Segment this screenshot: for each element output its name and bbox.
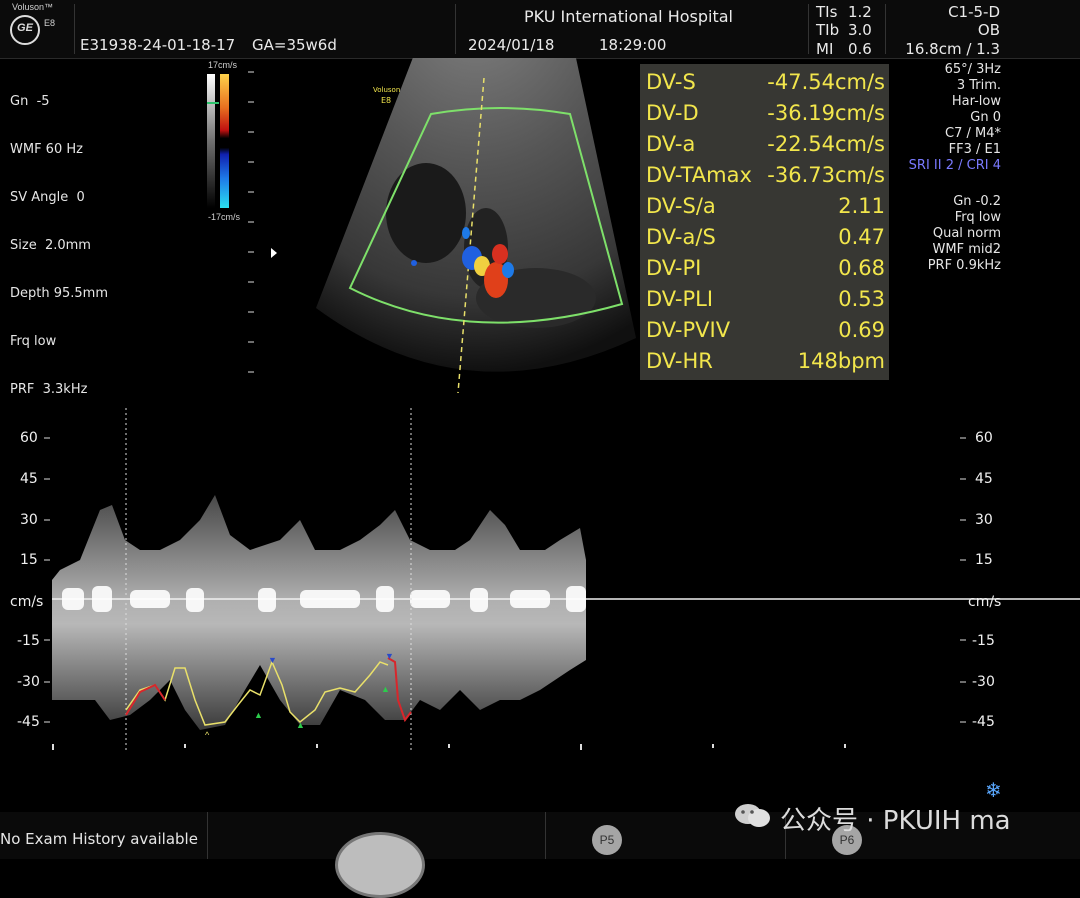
exam-date: 2024/01/18	[468, 36, 555, 54]
gray-map-bar	[207, 74, 215, 208]
param-line: Gn 0	[970, 110, 1001, 125]
param-line: Gn -0.2	[953, 194, 1001, 209]
watermark-text: 公众号 · PKUIH ma	[780, 806, 1011, 836]
param-line: 3 Trim.	[956, 78, 1001, 93]
param-line: SV Angle 0	[10, 190, 85, 205]
velocity-tick-label: -15	[972, 633, 995, 649]
measurement-row: DV-S -47.54cm/s	[646, 70, 885, 94]
velocity-tick-label: -45	[17, 714, 40, 730]
param-line: Har-low	[951, 94, 1001, 109]
measurement-row: DV-a -22.54cm/s	[646, 132, 885, 156]
velocity-tick-label: -45	[972, 714, 995, 730]
trackball-icon[interactable]	[335, 832, 425, 898]
application-name: OB	[977, 21, 1000, 39]
param-line: WMF 60 Hz	[10, 142, 83, 157]
gestational-age: GA=35w6d	[252, 36, 337, 54]
measurement-row: DV-HR 148bpm	[646, 349, 885, 373]
doppler-parameter-list: Gn -0.2 Frq low Qual norm WMF mid2 PRF 0…	[928, 194, 1001, 274]
left-parameter-list: Gn -5 WMF 60 Hz SV Angle 0 Size 2.0mm De…	[10, 62, 108, 414]
probe-name: C1-5-D	[948, 3, 1000, 21]
measurement-row: DV-PI 0.68	[646, 256, 885, 280]
measurement-row: DV-S/a 2.11	[646, 194, 885, 218]
measurement-row: DV-D -36.19cm/s	[646, 101, 885, 125]
velocity-tick-label: 45	[20, 471, 38, 487]
ge-logo-icon: GE	[10, 15, 40, 45]
color-map-bar	[220, 74, 229, 208]
measurement-row: DV-a/S 0.47	[646, 225, 885, 249]
param-line: WMF mid2	[932, 242, 1001, 257]
velocity-tick-label: 30	[975, 512, 993, 528]
param-line: Qual norm	[932, 226, 1001, 241]
velocity-tick-label: 60	[20, 430, 38, 446]
measurement-row: DV-PVIV 0.69	[646, 318, 885, 342]
velocity-tick-label: 15	[975, 552, 993, 568]
patient-id: E31938-24-01-18-17	[80, 36, 236, 54]
a-wave-marker: ▲	[254, 710, 263, 720]
measurement-row: DV-TAmax -36.73cm/s	[646, 163, 885, 187]
mi-value: 0.6	[848, 40, 872, 58]
velocity-tick-label: 15	[20, 552, 38, 568]
image-brand-line2: E8	[381, 96, 391, 105]
tib-value: 3.0	[848, 21, 872, 39]
s-wave-marker: ▼	[268, 655, 277, 665]
depth-ruler	[248, 71, 254, 373]
param-line: Frq low	[954, 210, 1001, 225]
s-wave-marker: ▼	[385, 651, 394, 661]
velocity-tick-label: 30	[20, 512, 38, 528]
param-line: PRF 0.9kHz	[927, 258, 1001, 273]
a-wave-marker: ▲	[381, 684, 390, 694]
doppler-spectrum: ▼ ▼ ▲ ▲ ▲ ^	[44, 408, 1080, 750]
wechat-icon	[733, 801, 773, 829]
measurement-row: DV-PLI 0.53	[646, 287, 885, 311]
d-wave-marker: ^	[205, 730, 210, 740]
mi-label: MI	[816, 40, 834, 58]
a-wave-marker: ▲	[296, 720, 305, 730]
model-name: E8	[44, 18, 56, 28]
param-line: Size 2.0mm	[10, 238, 91, 253]
p5-button[interactable]: P5	[592, 825, 622, 855]
right-parameter-list: 65°/ 3Hz 3 Trim. Har-low Gn 0 C7 / M4* F…	[909, 62, 1001, 174]
velocity-tick-label: -30	[17, 674, 40, 690]
velocity-tick-label: -15	[17, 633, 40, 649]
param-line: FF3 / E1	[948, 142, 1001, 157]
velocity-tick-label: 60	[975, 430, 993, 446]
velocity-tick-label: 45	[975, 471, 993, 487]
param-line: 65°/ 3Hz	[944, 62, 1001, 77]
depth-zoom: 16.8cm / 1.3	[905, 40, 1000, 58]
sri-cri-setting: SRI II 2 / CRI 4	[908, 158, 1001, 173]
tib-label: TIb	[816, 21, 840, 39]
param-line: Frq low	[10, 334, 57, 349]
velocity-tick-label: -30	[972, 674, 995, 690]
image-brand-line1: Voluson	[373, 86, 400, 94]
exam-history-status: No Exam History available	[0, 830, 198, 848]
measurement-results-panel: DV-S -47.54cm/s DV-D -36.19cm/s DV-a -22.54…	[640, 64, 889, 380]
velocity-unit-left: cm/s	[10, 594, 44, 610]
param-line: C7 / M4*	[945, 126, 1001, 141]
colorbar-max-label: 17cm/s	[208, 60, 238, 70]
brand-name: Voluson™	[12, 2, 54, 12]
param-line: PRF 3.3kHz	[10, 382, 88, 397]
header-bar: Voluson™ GE E8 E31938-24-01-18-17 GA=35w…	[0, 0, 1080, 59]
hospital-name: PKU International Hospital	[524, 7, 733, 26]
tis-label: TIs	[816, 3, 838, 21]
exam-time: 18:29:00	[599, 36, 667, 54]
bmode-image: Voluson E8	[316, 58, 636, 394]
baseline-marker	[207, 102, 219, 104]
velocity-unit-right: cm/s	[968, 594, 1002, 610]
tis-value: 1.2	[848, 3, 872, 21]
param-line: Depth 95.5mm	[10, 286, 109, 301]
param-line: Gn -5	[10, 94, 50, 109]
